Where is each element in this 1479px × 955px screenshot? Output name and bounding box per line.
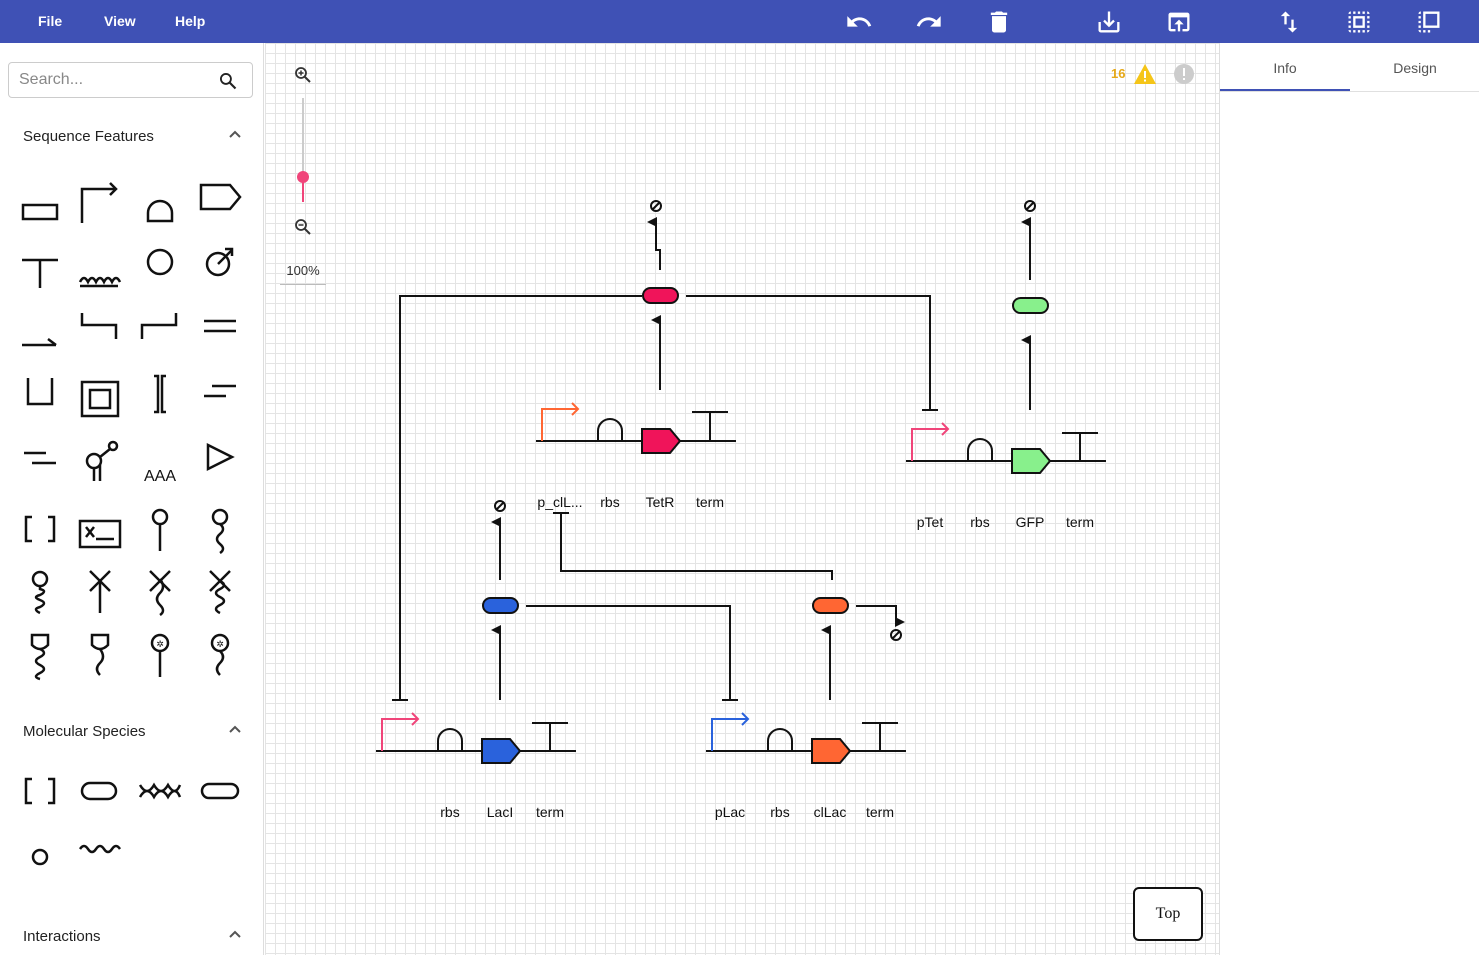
laci-construct [376, 712, 576, 764]
svg-text:✲: ✲ [156, 639, 164, 649]
dna-cleavage-glyph[interactable] [78, 565, 122, 617]
tab-divider [1220, 91, 1479, 92]
top-app-bar: File View Help [0, 0, 1479, 43]
warning-count[interactable]: 16 [1111, 66, 1125, 81]
unspecified-bracket-glyph[interactable] [18, 503, 62, 555]
insulator-u-glyph[interactable] [18, 368, 62, 420]
zoom-slider-thumb[interactable] [297, 171, 309, 183]
replacement-glyph[interactable] [198, 765, 242, 817]
glyph-sidebar: Sequence Features AAA ✲ ✲ Molecular Spec… [0, 43, 264, 955]
zoom-out-icon[interactable] [294, 218, 312, 236]
dna-location-glyph[interactable] [138, 503, 182, 555]
error-icon[interactable] [1174, 64, 1194, 84]
top-button[interactable]: Top [1133, 887, 1203, 941]
search-box [8, 62, 253, 98]
redo-icon[interactable] [915, 8, 943, 36]
section-sequence-features[interactable]: Sequence Features [23, 128, 154, 145]
label-tetr-promoter: p_clL... [537, 494, 582, 510]
tetr-construct [536, 402, 736, 454]
label-gfp-cds: GFP [1016, 514, 1045, 530]
clac-construct [706, 712, 906, 764]
protein-cleavage-glyph[interactable] [198, 565, 242, 617]
label-gfp-promoter: pTet [917, 514, 944, 530]
recombination-site-glyph[interactable] [198, 368, 242, 420]
svg-text:AAA: AAA [144, 468, 176, 485]
dna-stability-glyph[interactable]: ✲ [138, 629, 182, 681]
download-icon[interactable] [1095, 8, 1123, 36]
label-laci-rbs: rbs [440, 804, 459, 820]
chevron-up-icon[interactable] [228, 724, 242, 734]
terminator-glyph[interactable] [18, 238, 62, 290]
label-clac-promoter: pLac [715, 804, 745, 820]
delete-icon[interactable] [985, 8, 1013, 36]
label-clac-rbs: rbs [770, 804, 789, 820]
aptamer-glyph[interactable] [78, 433, 122, 485]
right-panel: Info Design [1219, 43, 1479, 955]
overhang-site-3-glyph[interactable] [138, 303, 182, 355]
spacer-bracket-glyph[interactable] [138, 368, 182, 420]
select-area-icon[interactable] [1345, 8, 1373, 36]
upload-icon[interactable] [1165, 8, 1193, 36]
rna-location-glyph[interactable] [198, 503, 242, 555]
protein-location-glyph[interactable] [18, 565, 62, 617]
label-laci-term: term [536, 804, 564, 820]
undo-icon[interactable] [845, 8, 873, 36]
warning-icon[interactable] [1133, 63, 1157, 85]
small-molecule-glyph[interactable] [18, 829, 62, 881]
protein-stability-glyph[interactable] [18, 629, 62, 681]
rna-species-glyph[interactable] [78, 829, 122, 881]
triangle-glyph[interactable] [198, 433, 242, 485]
section-interactions[interactable]: Interactions [23, 928, 101, 945]
rbs-glyph[interactable] [138, 173, 182, 225]
promoter-glyph[interactable] [78, 173, 122, 225]
label-tetr-rbs: rbs [600, 494, 619, 510]
operator-glyph[interactable] [78, 238, 122, 290]
section-molecular-species[interactable]: Molecular Species [23, 723, 146, 740]
tab-indicator [1220, 89, 1350, 91]
ssnucleic-acid-glyph[interactable] [138, 765, 182, 817]
zoom-in-icon[interactable] [294, 66, 312, 84]
overhang-site-5-glyph[interactable] [78, 303, 122, 355]
protein-species-glyph[interactable] [78, 765, 122, 817]
select-all-icon[interactable] [1415, 8, 1443, 36]
cds-arrow-glyph[interactable] [198, 173, 242, 225]
search-icon[interactable] [218, 71, 238, 91]
rna-stability-circle-glyph[interactable]: ✲ [198, 629, 242, 681]
rna-cleavage-glyph[interactable] [138, 565, 182, 617]
label-clac-term: term [866, 804, 894, 820]
tab-info[interactable]: Info [1220, 43, 1350, 91]
label-laci-cds: LacI [487, 804, 513, 820]
half-arrow-glyph[interactable] [18, 303, 62, 355]
circuit-diagram: p_clL... rbs TetR term pTet rbs GFP term… [376, 200, 1106, 820]
circle-glyph[interactable] [138, 238, 182, 290]
menu-file[interactable]: File [38, 0, 62, 43]
label-gfp-term: term [1066, 514, 1094, 530]
label-tetr-cds: TetR [646, 494, 675, 510]
swap-vertical-icon[interactable] [1275, 8, 1303, 36]
rna-stability-glyph[interactable] [78, 629, 122, 681]
zoom-level: 100% [280, 263, 326, 285]
polya-site-glyph[interactable]: AAA [138, 433, 182, 485]
signature-glyph[interactable] [78, 503, 122, 555]
zoom-slider[interactable] [296, 98, 310, 202]
design-canvas[interactable]: p_clL... rbs TetR term pTet rbs GFP term… [265, 43, 1219, 955]
tab-design[interactable]: Design [1350, 43, 1479, 91]
sticky-end-glyph[interactable] [18, 433, 62, 485]
svg-text:✲: ✲ [216, 639, 224, 649]
label-tetr-term: term [696, 494, 724, 510]
chevron-up-icon[interactable] [228, 129, 242, 139]
label-gfp-rbs: rbs [970, 514, 989, 530]
label-clac-cds: clLac [814, 804, 847, 820]
gfp-construct [906, 422, 1106, 474]
menu-help[interactable]: Help [175, 0, 205, 43]
search-input[interactable] [19, 69, 209, 91]
double-line-glyph[interactable] [198, 303, 242, 355]
complex-bracket-glyph[interactable] [18, 765, 62, 817]
chevron-up-icon[interactable] [228, 929, 242, 939]
origin-of-transfer-glyph[interactable] [198, 238, 242, 290]
menu-view[interactable]: View [104, 0, 136, 43]
insulator-glyph[interactable] [78, 368, 122, 420]
cds-glyph[interactable] [18, 173, 62, 225]
